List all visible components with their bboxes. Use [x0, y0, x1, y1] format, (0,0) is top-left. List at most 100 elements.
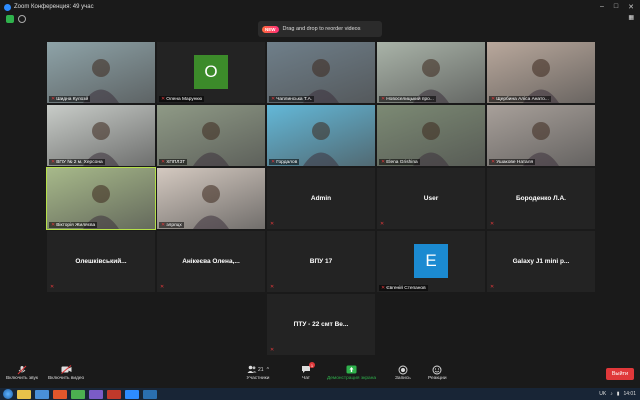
participant-video	[487, 42, 595, 103]
mic-muted-icon: ✕	[270, 284, 275, 290]
participant-name-label: ✕ Олена Марункю	[159, 96, 205, 102]
unmute-button[interactable]: Включить звук	[6, 364, 38, 381]
participant-tile[interactable]: ✕ Ушакове Наталя	[487, 105, 595, 166]
participant-tile[interactable]: E ✕ Євгеній Степанов	[377, 231, 485, 292]
participant-name-label: ✕ ВПУ № 2 м. Херсона	[49, 159, 105, 165]
participant-tile[interactable]: Galaxy J1 mini p... ✕	[487, 231, 595, 292]
minimize-icon[interactable]: –	[600, 3, 604, 11]
windows-taskbar: UK ♪ ▮ 14:01	[0, 388, 640, 400]
participant-tile[interactable]: ✕ Чаплинська Т.А.	[267, 42, 375, 103]
participant-video	[267, 42, 375, 103]
participant-video	[377, 105, 485, 166]
explorer-taskbar-icon[interactable]	[17, 389, 31, 399]
participant-tile[interactable]: ✕ Вікторія Жиляєва	[46, 167, 156, 230]
participant-tile[interactable]: ✕ ВПУ № 2 м. Херсона	[47, 105, 155, 166]
mic-muted-icon: ✕	[490, 221, 495, 227]
participant-video	[157, 105, 265, 166]
mic-muted-icon: ✕	[381, 96, 386, 102]
opera-taskbar-icon[interactable]	[107, 389, 121, 399]
network-icon[interactable]: ▮	[617, 391, 620, 397]
participant-name-label: ✕ Elena Grishina	[379, 159, 420, 165]
participant-tile[interactable]: ПТУ - 22 смт Ве... ✕	[267, 294, 375, 355]
participant-video	[267, 105, 375, 166]
participant-name: Щербина Аліса Анато...	[496, 96, 549, 102]
mic-muted-icon: ✕	[161, 96, 166, 102]
participant-name: Шидна Кулозй	[56, 96, 89, 102]
meeting-info-icon[interactable]	[18, 15, 26, 23]
participant-name: Elena Grishina	[386, 159, 418, 165]
mic-muted-icon: ✕	[51, 222, 56, 228]
firefox-taskbar-icon[interactable]	[53, 389, 67, 399]
reactions-smiley-icon	[431, 364, 443, 375]
participant-tile[interactable]: ✕ Elena Grishina	[377, 105, 485, 166]
participant-name-label: ✕ элрлцх	[159, 222, 184, 228]
chat-button[interactable]: 1 Чат	[300, 362, 315, 381]
participant-name: Олена Марункю	[166, 96, 203, 102]
participant-tile[interactable]: ✕ Гордалов	[267, 105, 375, 166]
participant-tile[interactable]: User ✕	[377, 168, 485, 229]
title-bar: Zoom Конференция: 49 учас – □ ✕	[0, 0, 640, 14]
viber-taskbar-icon[interactable]	[89, 389, 103, 399]
participant-tile[interactable]: ВПУ 17 ✕	[267, 231, 375, 292]
mic-muted-icon: ✕	[271, 159, 276, 165]
mic-muted-icon: ✕	[491, 96, 496, 102]
participant-name-label: ✕ Шидна Кулозй	[49, 96, 91, 102]
participant-name-label: ✕ Чаплинська Т.А.	[269, 96, 315, 102]
record-label: Запись	[395, 376, 411, 381]
mic-muted-icon	[16, 364, 28, 375]
participant-name: Олешківський...	[75, 258, 127, 265]
mic-muted-icon: ✕	[51, 96, 56, 102]
participant-name-label: ✕ ХППЛЗТ	[159, 159, 188, 165]
participant-name-label: ✕ Щербина Аліса Анато...	[489, 96, 551, 102]
participant-avatar: O	[194, 55, 228, 89]
share-screen-button[interactable]: Демонстрация экрана	[327, 364, 376, 381]
participants-label: Участники	[246, 376, 270, 381]
participant-name: ХППЛЗТ	[166, 159, 186, 165]
participant-name: Galaxy J1 mini p...	[512, 258, 570, 265]
mic-muted-icon: ✕	[491, 159, 496, 165]
close-icon[interactable]: ✕	[628, 3, 634, 11]
participant-name: Вікторія Жиляєва	[56, 222, 96, 228]
participant-tile[interactable]: Admin ✕	[267, 168, 375, 229]
participants-button[interactable]: 21 ^ Участники	[246, 364, 270, 381]
volume-icon[interactable]: ♪	[610, 391, 613, 397]
participant-video	[377, 42, 485, 103]
participant-video	[487, 105, 595, 166]
participant-video	[47, 42, 155, 103]
start-video-button[interactable]: Включить видео	[48, 364, 84, 381]
reorder-tip-banner: NEW Drag and drop to reorder videos	[258, 21, 382, 37]
participant-tile[interactable]: ✕ Щербина Аліса Анато...	[487, 42, 595, 103]
participant-name: Ушакове Наталя	[496, 159, 534, 165]
maximize-icon[interactable]: □	[614, 3, 618, 11]
word-taskbar-icon[interactable]	[143, 389, 157, 399]
ie-taskbar-icon[interactable]	[35, 389, 49, 399]
participant-tile[interactable]: Олешківський... ✕	[47, 231, 155, 292]
mic-muted-icon: ✕	[381, 285, 386, 291]
share-screen-icon	[346, 364, 358, 375]
chat-icon: 1	[300, 362, 315, 375]
view-toggle-button[interactable]: ▦	[628, 14, 634, 21]
participant-name: Анікеєва Олена,...	[182, 258, 240, 265]
participant-name: ВПУ № 2 м. Херсона	[56, 159, 103, 165]
record-button[interactable]: Запись	[395, 364, 411, 381]
encryption-shield-icon[interactable]	[6, 15, 14, 23]
reactions-button[interactable]: Реакции	[428, 364, 447, 381]
participant-tile[interactable]: ✕ Новоселицький про...	[377, 42, 485, 103]
mic-muted-icon: ✕	[51, 159, 56, 165]
reactions-label: Реакции	[428, 376, 447, 381]
participant-tile[interactable]: ✕ ХППЛЗТ	[157, 105, 265, 166]
participant-tile[interactable]: Анікеєва Олена,... ✕	[157, 231, 265, 292]
participant-tile[interactable]: Бороденко Л.А. ✕	[487, 168, 595, 229]
language-indicator[interactable]: UK	[599, 391, 606, 397]
participant-name: элрлцх	[166, 222, 182, 228]
clock[interactable]: 14:01	[623, 391, 636, 397]
start-button-icon[interactable]	[3, 389, 13, 399]
zoom-taskbar-icon[interactable]	[125, 389, 139, 399]
participants-chevron-icon[interactable]: ^	[267, 367, 269, 373]
participant-tile[interactable]: ✕ элрлцх	[157, 168, 265, 229]
mic-muted-icon: ✕	[50, 284, 55, 290]
leave-meeting-button[interactable]: Выйти	[606, 368, 634, 380]
participant-tile[interactable]: O ✕ Олена Марункю	[157, 42, 265, 103]
chrome-taskbar-icon[interactable]	[71, 389, 85, 399]
participant-tile[interactable]: ✕ Шидна Кулозй	[47, 42, 155, 103]
